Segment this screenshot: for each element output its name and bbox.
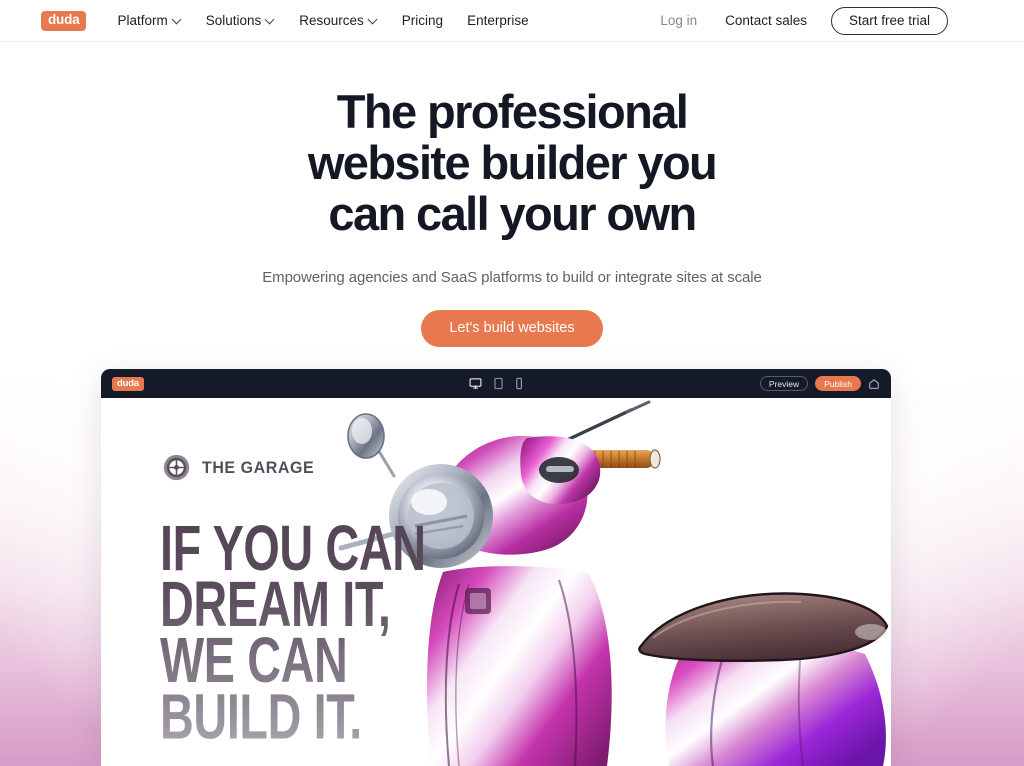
header-actions: Log in Contact sales Start free trial bbox=[646, 6, 948, 35]
publish-button[interactable]: Publish bbox=[815, 376, 861, 391]
nav-item-solutions[interactable]: Solutions bbox=[194, 0, 288, 42]
chevron-down-icon bbox=[369, 15, 378, 24]
page-title: The professional website builder you can… bbox=[0, 86, 1024, 240]
mock-site-logo[interactable]: THE GARAGE bbox=[163, 454, 321, 481]
nav-item-pricing[interactable]: Pricing bbox=[390, 0, 455, 42]
nav-item-enterprise[interactable]: Enterprise bbox=[455, 0, 541, 42]
duda-logo-text: duda bbox=[48, 12, 80, 28]
editor-mockup: duda Preview Publish THE GARAGE IF YOU C… bbox=[101, 369, 891, 766]
main-navigation: Platform Solutions Resources Pricing Ent… bbox=[105, 0, 540, 42]
mock-site-canvas: THE GARAGE IF YOU CAN DREAM IT, WE CAN B… bbox=[101, 398, 891, 766]
start-free-trial-button[interactable]: Start free trial bbox=[830, 6, 948, 35]
chevron-down-icon bbox=[266, 15, 275, 24]
nav-item-label: Pricing bbox=[401, 13, 444, 28]
duda-logo[interactable]: duda bbox=[41, 10, 87, 31]
wheel-icon bbox=[163, 454, 190, 481]
nav-item-platform[interactable]: Platform bbox=[105, 0, 193, 42]
preview-button[interactable]: Preview bbox=[759, 376, 809, 391]
nav-item-label: Enterprise bbox=[467, 13, 529, 28]
nav-item-label: Resources bbox=[299, 13, 364, 28]
nav-item-label: Solutions bbox=[205, 13, 262, 28]
lets-build-websites-button[interactable]: Let's build websites bbox=[421, 309, 603, 347]
nav-item-label: Platform bbox=[117, 13, 168, 28]
tablet-view-icon[interactable] bbox=[493, 377, 504, 390]
chevron-down-icon bbox=[173, 15, 182, 24]
mock-site-headline: IF YOU CAN DREAM IT, WE CAN BUILD IT. bbox=[160, 512, 426, 753]
home-icon[interactable] bbox=[868, 378, 880, 390]
hero-title-line-2: website builder you bbox=[307, 136, 718, 190]
mobile-view-icon[interactable] bbox=[515, 377, 523, 390]
login-link[interactable]: Log in bbox=[646, 13, 711, 28]
hero-title-line-3: can call your own bbox=[328, 187, 697, 241]
contact-sales-link[interactable]: Contact sales bbox=[711, 13, 821, 28]
nav-item-resources[interactable]: Resources bbox=[287, 0, 390, 42]
editor-actions: Preview Publish bbox=[759, 376, 880, 391]
desktop-view-icon[interactable] bbox=[469, 377, 482, 390]
editor-duda-logo-text: duda bbox=[117, 377, 139, 389]
site-header: duda Platform Solutions Resources Pricin… bbox=[0, 0, 1024, 42]
mock-site-logo-text: THE GARAGE bbox=[202, 457, 315, 477]
editor-toolbar: duda Preview Publish bbox=[101, 369, 891, 398]
hero-title-line-1: The professional bbox=[336, 85, 689, 138]
editor-duda-logo[interactable]: duda bbox=[112, 376, 144, 391]
hero-section: The professional website builder you can… bbox=[0, 42, 1024, 347]
hero-subtitle: Empowering agencies and SaaS platforms t… bbox=[262, 268, 762, 286]
